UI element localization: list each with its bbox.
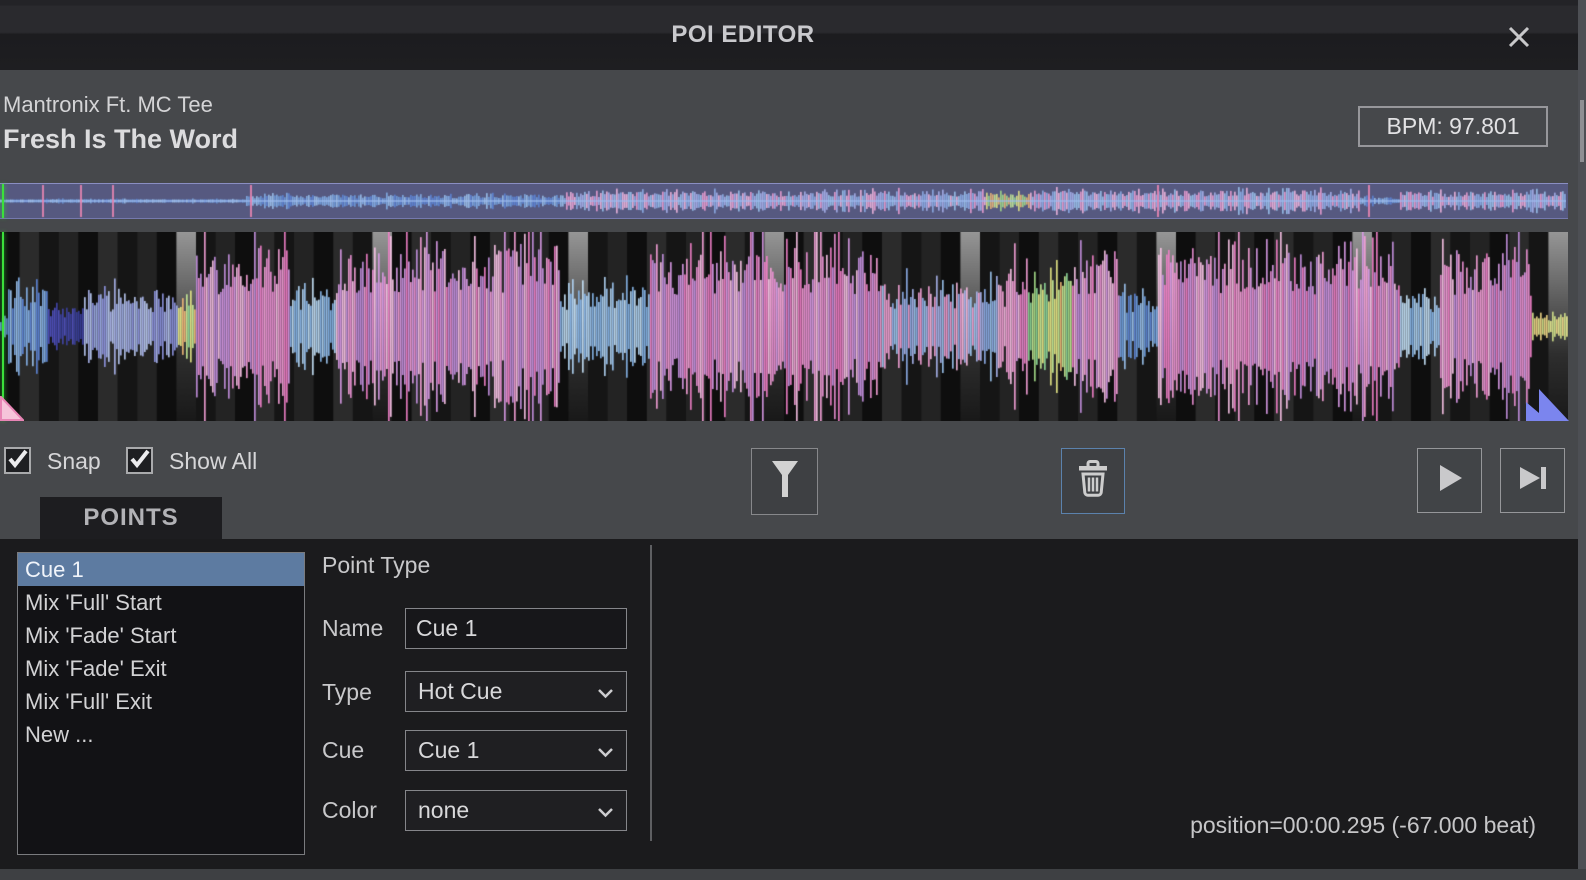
check-icon bbox=[7, 447, 29, 474]
list-item[interactable]: Cue 1 bbox=[18, 553, 304, 586]
right-edge bbox=[1578, 0, 1586, 869]
skip-to-end-button[interactable] bbox=[1500, 448, 1565, 513]
play-icon bbox=[1435, 462, 1465, 499]
position-status: position=00:00.295 (-67.000 beat) bbox=[1190, 812, 1536, 839]
main-waveform[interactable] bbox=[0, 232, 1568, 421]
overview-waveform-canvas bbox=[0, 184, 1566, 218]
type-select-value: Hot Cue bbox=[418, 678, 502, 705]
main-waveform-canvas bbox=[0, 232, 1568, 421]
snap-checkbox[interactable] bbox=[4, 447, 31, 474]
show-all-checkbox[interactable] bbox=[126, 447, 153, 474]
list-item[interactable]: New ... bbox=[18, 718, 304, 751]
type-label: Type bbox=[322, 679, 372, 706]
type-select[interactable]: Hot Cue bbox=[405, 671, 627, 712]
color-select-value: none bbox=[418, 797, 469, 824]
bottom-edge bbox=[0, 869, 1586, 880]
list-item[interactable]: Mix 'Fade' Exit bbox=[18, 652, 304, 685]
poi-editor-dialog: POI EDITOR Mantronix Ft. MC Tee Fresh Is… bbox=[0, 0, 1586, 880]
close-button[interactable] bbox=[1502, 22, 1536, 56]
color-select[interactable]: none bbox=[405, 790, 627, 831]
play-button[interactable] bbox=[1417, 448, 1482, 513]
check-icon bbox=[129, 447, 151, 474]
mix-exit-marker-icon[interactable] bbox=[1526, 385, 1570, 421]
track-artist: Mantronix Ft. MC Tee bbox=[3, 92, 213, 118]
show-all-label: Show All bbox=[169, 448, 257, 475]
trash-icon bbox=[1077, 460, 1109, 502]
color-label: Color bbox=[322, 797, 377, 824]
list-item[interactable]: Mix 'Full' Start bbox=[18, 586, 304, 619]
delete-point-button[interactable] bbox=[1061, 448, 1125, 514]
list-item[interactable]: Mix 'Full' Exit bbox=[18, 685, 304, 718]
points-panel: Cue 1Mix 'Full' StartMix 'Fade' StartMix… bbox=[0, 539, 1578, 869]
list-item[interactable]: Mix 'Fade' Start bbox=[18, 619, 304, 652]
name-label: Name bbox=[322, 615, 383, 642]
cue-label: Cue bbox=[322, 737, 364, 764]
form-header: Point Type bbox=[322, 552, 430, 579]
title-bar: POI EDITOR bbox=[0, 0, 1578, 70]
snap-label: Snap bbox=[47, 448, 101, 475]
close-icon bbox=[1506, 24, 1532, 55]
scrollbar-thumb[interactable] bbox=[1580, 100, 1584, 162]
chevron-down-icon bbox=[597, 797, 614, 824]
name-input[interactable] bbox=[405, 608, 627, 649]
cue-select-value: Cue 1 bbox=[418, 737, 479, 764]
chevron-down-icon bbox=[597, 737, 614, 764]
cue-select[interactable]: Cue 1 bbox=[405, 730, 627, 771]
funnel-pin-icon bbox=[770, 460, 800, 503]
tab-points[interactable]: POINTS bbox=[40, 497, 222, 539]
drop-cue-button[interactable] bbox=[751, 448, 818, 515]
track-title: Fresh Is The Word bbox=[3, 124, 238, 155]
start-cue-marker-icon[interactable] bbox=[0, 396, 24, 421]
bpm-box[interactable]: BPM: 97.801 bbox=[1358, 106, 1548, 147]
overview-waveform[interactable] bbox=[0, 183, 1568, 219]
dialog-title: POI EDITOR bbox=[0, 21, 1486, 49]
main-playhead bbox=[2, 232, 4, 421]
chevron-down-icon bbox=[597, 678, 614, 705]
form-divider bbox=[650, 545, 652, 841]
overview-playhead bbox=[2, 184, 4, 218]
skip-to-end-icon bbox=[1517, 462, 1549, 499]
points-list: Cue 1Mix 'Full' StartMix 'Fade' StartMix… bbox=[17, 552, 305, 855]
